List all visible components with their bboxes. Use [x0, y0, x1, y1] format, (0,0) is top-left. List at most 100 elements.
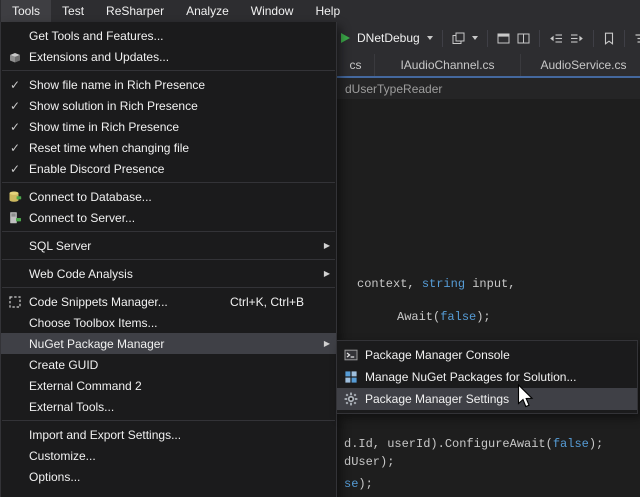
start-debugging-icon[interactable]	[341, 33, 350, 43]
debug-profile-label[interactable]: DNetDebug	[357, 31, 420, 45]
menu-item-import-and-export-settings[interactable]: Import and Export Settings...	[1, 424, 336, 445]
menu-item-label: Show solution in Rich Presence	[29, 99, 316, 113]
menu-item-show-solution-in-rich-presence[interactable]: ✓Show solution in Rich Presence	[1, 95, 336, 116]
menu-item-reset-time-when-changing-file[interactable]: ✓Reset time when changing file	[1, 137, 336, 158]
check-icon: ✓	[1, 78, 29, 92]
menu-item-label: Package Manager Settings	[365, 392, 617, 406]
menu-separator	[2, 287, 335, 288]
code-segment: false	[553, 437, 589, 451]
menu-separator	[2, 259, 335, 260]
toolbar-separator	[539, 30, 540, 47]
menu-item-label: Manage NuGet Packages for Solution...	[365, 370, 617, 384]
menu-item-customize[interactable]: Customize...	[1, 445, 336, 466]
menu-item-package-manager-console[interactable]: Package Manager Console	[337, 344, 637, 366]
menu-item-manage-nuget-packages-for-solution[interactable]: Manage NuGet Packages for Solution...	[337, 366, 637, 388]
menu-item-choose-toolbox-items[interactable]: Choose Toolbox Items...	[1, 312, 336, 333]
menu-item-label: Show time in Rich Presence	[29, 120, 316, 134]
menu-item-show-file-name-in-rich-presence[interactable]: ✓Show file name in Rich Presence	[1, 74, 336, 95]
tools-menu: Get Tools and Features... Extensions and …	[0, 22, 337, 497]
new-window-icon[interactable]	[497, 32, 510, 45]
code-line: se);	[344, 477, 373, 491]
menubar-item-label: Tools	[12, 4, 40, 18]
code-segment: se	[344, 477, 358, 491]
toolbar-separator	[442, 30, 443, 47]
menu-item-connect-to-server[interactable]: Connect to Server...	[1, 207, 336, 228]
menubar-item-tools[interactable]: Tools	[1, 0, 51, 22]
menu-item-code-snippets-manager[interactable]: Code Snippets Manager... Ctrl+K, Ctrl+B	[1, 291, 336, 312]
menu-item-sql-server[interactable]: SQL Server▶	[1, 235, 336, 256]
bookmark-icon[interactable]	[603, 32, 615, 45]
code-editor[interactable]: context, string input,Await(false);d.Id,…	[337, 99, 640, 497]
chevron-down-icon[interactable]	[427, 36, 433, 40]
menu-item-show-time-in-rich-presence[interactable]: ✓Show time in Rich Presence	[1, 116, 336, 137]
menu-item-external-tools[interactable]: External Tools...	[1, 396, 336, 417]
packages-icon	[337, 370, 365, 384]
menu-item-external-command-2[interactable]: External Command 2	[1, 375, 336, 396]
toolbar-separator	[593, 30, 594, 47]
menu-item-label: Import and Export Settings...	[29, 428, 316, 442]
tab-label: IAudioChannel.cs	[400, 58, 494, 72]
menu-item-label: Create GUID	[29, 358, 316, 372]
gear-icon	[337, 392, 365, 406]
menu-item-label: Web Code Analysis	[29, 267, 316, 281]
menubar-item-window[interactable]: Window	[240, 0, 305, 22]
menubar-item-analyze[interactable]: Analyze	[175, 0, 240, 22]
menubar-item-label: Help	[315, 4, 340, 18]
code-segment: d.Id, userId).ConfigureAwait(	[344, 437, 553, 451]
menu-item-label: Options...	[29, 470, 316, 484]
layers-icon[interactable]	[452, 32, 465, 45]
menu-item-web-code-analysis[interactable]: Web Code Analysis▶	[1, 263, 336, 284]
code-line: Await(false);	[397, 310, 491, 324]
check-icon: ✓	[1, 120, 29, 134]
menu-item-get-tools-and-features[interactable]: Get Tools and Features...	[1, 25, 336, 46]
menu-item-label: External Tools...	[29, 400, 316, 414]
menu-item-label: Extensions and Updates...	[29, 50, 316, 64]
server-icon	[1, 211, 29, 225]
tab-cs[interactable]: cs	[337, 54, 375, 76]
menu-item-create-guid[interactable]: Create GUID	[1, 354, 336, 375]
menu-item-label: Code Snippets Manager...	[29, 295, 212, 309]
code-segment: dUser);	[344, 455, 394, 469]
menu-item-package-manager-settings[interactable]: Package Manager Settings	[337, 388, 637, 410]
menubar-item-test[interactable]: Test	[51, 0, 95, 22]
menu-item-enable-discord-presence[interactable]: ✓Enable Discord Presence	[1, 158, 336, 179]
menu-item-connect-to-database[interactable]: Connect to Database...	[1, 186, 336, 207]
nuget-package-manager-submenu: Package Manager Console Manage NuGet Pack…	[336, 340, 638, 414]
tab-label: AudioService.cs	[540, 58, 626, 72]
menu-item-options[interactable]: Options...	[1, 466, 336, 487]
unindent-icon[interactable]	[549, 32, 563, 45]
submenu-arrow-icon: ▶	[316, 340, 330, 348]
menu-item-shortcut: Ctrl+K, Ctrl+B	[230, 295, 304, 309]
chevron-down-icon[interactable]	[472, 36, 478, 40]
indent-icon[interactable]	[570, 32, 584, 45]
submenu-arrow-icon: ▶	[316, 270, 330, 278]
menu-item-label: Package Manager Console	[365, 348, 617, 362]
navigation-bar[interactable]: dUserTypeReader	[337, 78, 640, 99]
menubar-item-label: Window	[251, 4, 294, 18]
extensions-icon	[1, 50, 29, 64]
menu-item-label: Show file name in Rich Presence	[29, 78, 316, 92]
menu-item-label: Choose Toolbox Items...	[29, 316, 316, 330]
code-segment: string	[422, 277, 465, 291]
menu-separator	[2, 420, 335, 421]
menu-item-label: Enable Discord Presence	[29, 162, 316, 176]
tab-audioservice-cs[interactable]: AudioService.cs	[521, 54, 640, 76]
tab-iaudiochannel-cs[interactable]: IAudioChannel.cs	[375, 54, 521, 76]
menu-separator	[2, 70, 335, 71]
code-segment: false	[440, 310, 476, 324]
menu-item-label: SQL Server	[29, 239, 316, 253]
menu-item-label: External Command 2	[29, 379, 316, 393]
split-window-icon[interactable]	[517, 32, 530, 45]
console-icon	[337, 348, 365, 362]
menubar-item-help[interactable]: Help	[304, 0, 351, 22]
outline-icon[interactable]	[634, 32, 640, 45]
submenu-arrow-icon: ▶	[316, 242, 330, 250]
mouse-cursor	[517, 384, 536, 409]
toolbar-separator	[487, 30, 488, 47]
breadcrumb-text: dUserTypeReader	[345, 82, 442, 96]
menu-item-label: Connect to Database...	[29, 190, 316, 204]
code-segment: );	[589, 437, 603, 451]
menu-item-extensions-and-updates[interactable]: Extensions and Updates...	[1, 46, 336, 67]
menubar-item-resharper[interactable]: ReSharper	[95, 0, 175, 22]
menu-item-nuget-package-manager[interactable]: NuGet Package Manager▶	[1, 333, 336, 354]
